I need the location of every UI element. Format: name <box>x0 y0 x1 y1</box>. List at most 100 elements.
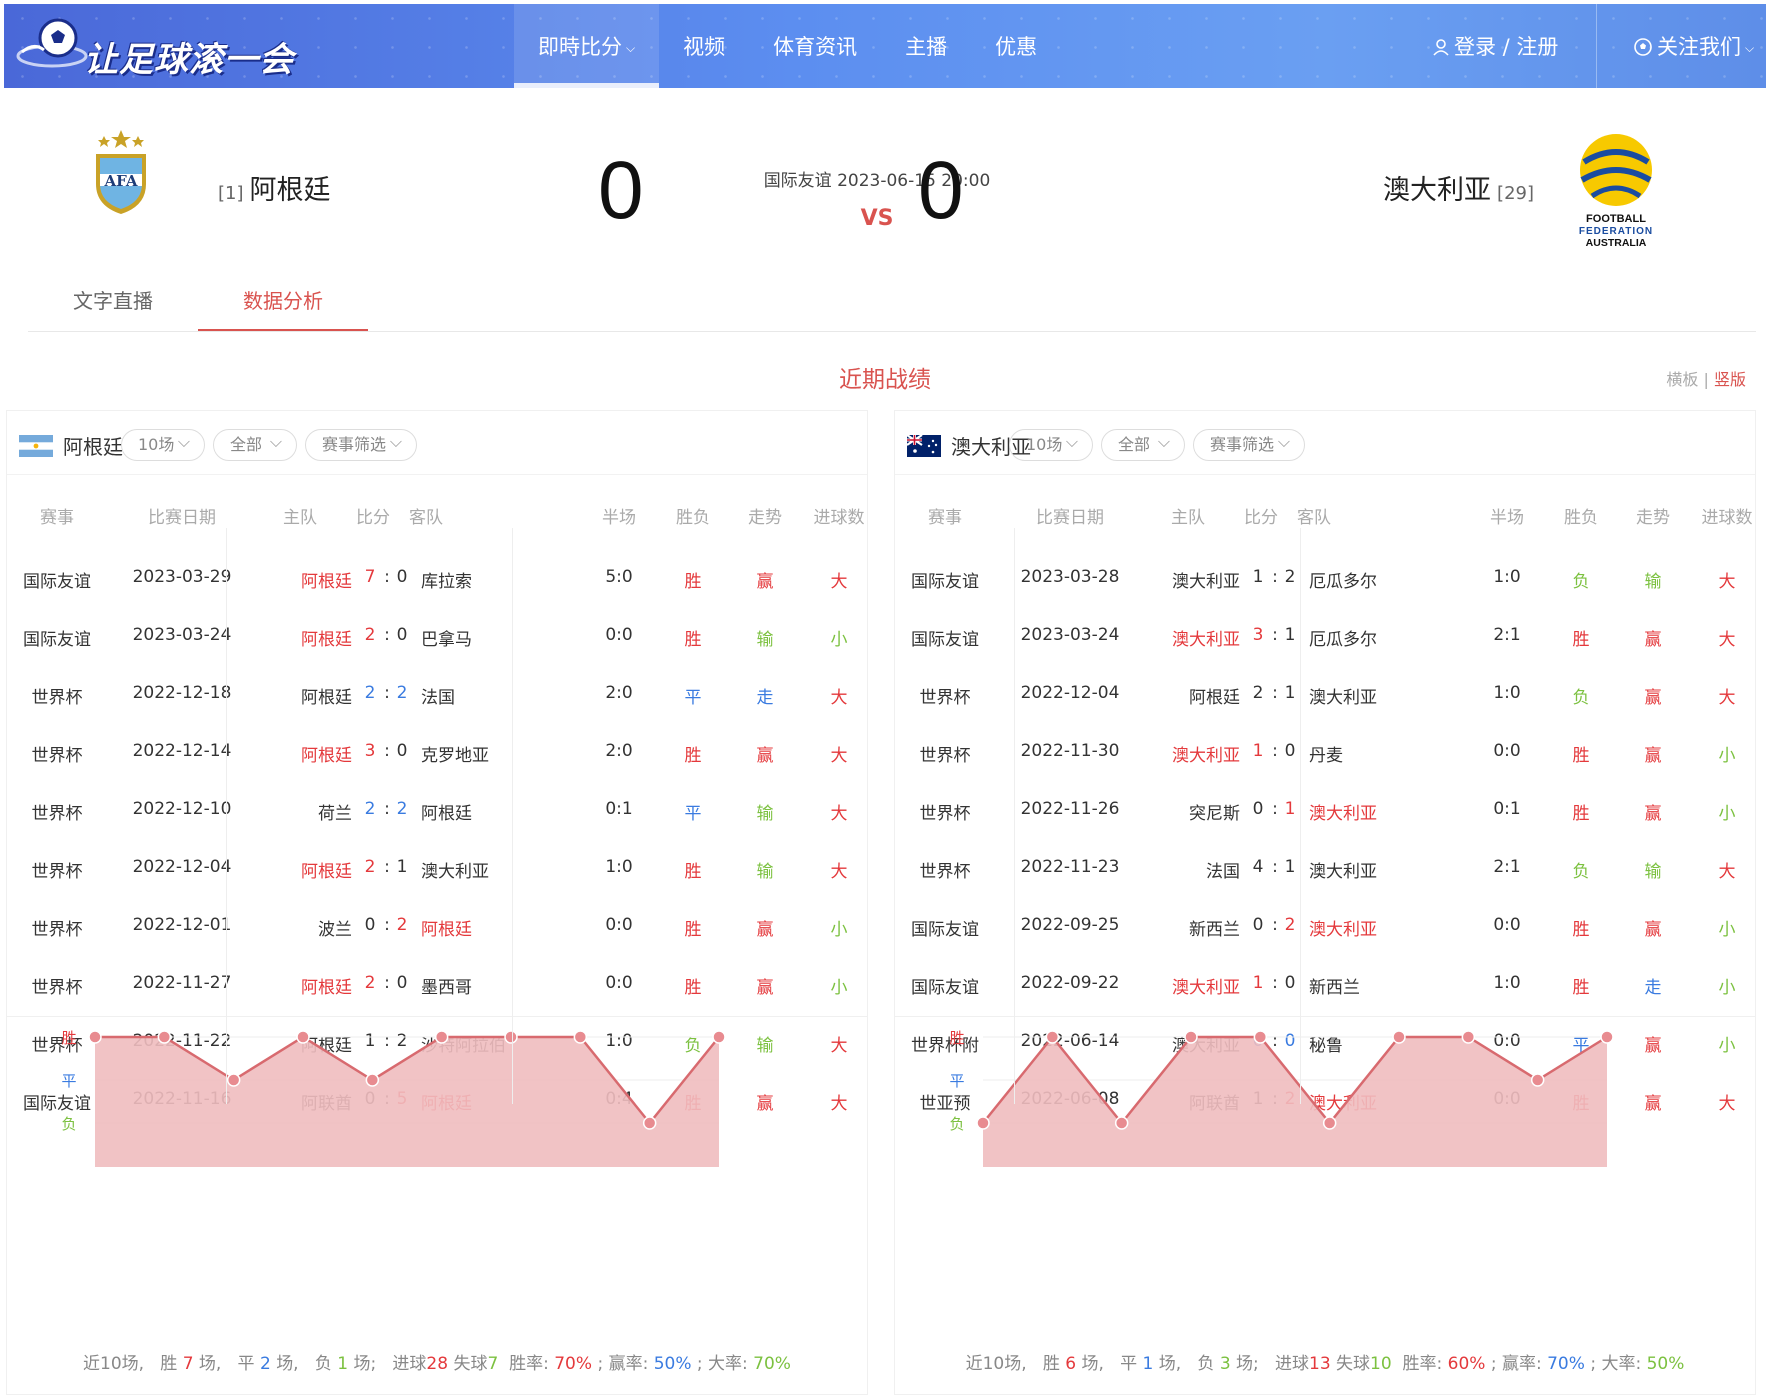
chart-point[interactable] <box>1322 1116 1337 1130</box>
chart-point[interactable] <box>1045 1030 1060 1044</box>
chart-point[interactable] <box>1600 1030 1614 1044</box>
chart-point[interactable] <box>434 1030 449 1044</box>
detail-tabs: 文字直播 数据分析 <box>28 270 1756 332</box>
nav-item-sports-news[interactable]: 体育资讯 <box>749 4 881 88</box>
layout-vertical-link[interactable]: 竖版 <box>1714 370 1746 389</box>
home-goals-cell: 4 <box>1252 857 1264 877</box>
away-team-cell[interactable]: 阿根廷 <box>421 915 571 940</box>
away-goals-cell: 1 <box>1284 857 1296 877</box>
away-team-cell[interactable]: 澳大利亚 <box>421 857 571 882</box>
table-row[interactable]: 世界杯 2022-12-14 阿根廷 3 : 0 克罗地亚 2:0 胜 赢 大 <box>7 723 867 781</box>
home-team-cell[interactable]: 澳大利亚 <box>1095 567 1240 592</box>
layout-horizontal-link[interactable]: 横板 <box>1666 370 1698 389</box>
away-team-cell[interactable]: 巴拿马 <box>421 625 571 650</box>
away-team-cell[interactable]: 墨西哥 <box>421 973 571 998</box>
home-team-cell[interactable]: 阿根廷 <box>207 567 352 592</box>
table-row[interactable]: 国际友谊 2023-03-29 阿根廷 7 : 0 库拉索 5:0 胜 赢 大 <box>7 549 867 607</box>
table-row[interactable]: 国际友谊 2022-09-25 新西兰 0 : 2 澳大利亚 0:0 胜 赢 小 <box>895 897 1755 955</box>
scope-select[interactable]: 全部 <box>1101 427 1185 461</box>
nav-item-anchor[interactable]: 主播 <box>881 4 971 88</box>
handicap-trend-cell: 输 <box>756 862 774 882</box>
scope-select[interactable]: 全部 <box>213 427 297 461</box>
nav-item-promo[interactable]: 优惠 <box>971 4 1061 88</box>
chart-point[interactable] <box>157 1030 172 1044</box>
chart-point[interactable] <box>976 1116 990 1130</box>
chart-point[interactable] <box>1461 1030 1476 1044</box>
chart-point[interactable] <box>1392 1030 1406 1044</box>
table-row[interactable]: 世界杯 2022-12-18 阿根廷 2 : 2 法国 2:0 平 走 大 <box>7 665 867 723</box>
away-team-cell[interactable]: 澳大利亚 <box>1309 683 1459 708</box>
table-header: 赛事 比赛日期 主队 比分 客队 半场 胜负 走势 进球数 <box>895 481 1755 545</box>
away-team-cell[interactable]: 澳大利亚 <box>1309 857 1459 882</box>
top-navbar: 让足球滚一会 即時比分 ⌵ 视频 体育资讯 主播 优惠 登录 / 注册 关注我们 ⌵ <box>4 4 1766 88</box>
away-team-cell[interactable]: 厄瓜多尔 <box>1309 567 1459 592</box>
away-team-cell[interactable]: 澳大利亚 <box>1309 799 1459 824</box>
home-team-cell[interactable]: 波兰 <box>207 915 352 940</box>
summary-handicap-rate: 70% <box>1547 1354 1585 1374</box>
chart-point[interactable] <box>573 1030 588 1044</box>
section-title: 近期战绩 <box>839 367 931 393</box>
table-row[interactable]: 世界杯 2022-11-27 阿根廷 2 : 0 墨西哥 0:0 胜 赢 小 <box>7 955 867 1013</box>
login-register-link[interactable]: 登录 / 注册 <box>1432 4 1558 88</box>
table-row[interactable]: 世界杯 2022-12-04 阿根廷 2 : 1 澳大利亚 1:0 负 赢 大 <box>895 665 1755 723</box>
chart-point[interactable] <box>365 1073 380 1087</box>
home-team-cell[interactable]: 突尼斯 <box>1095 799 1240 824</box>
chart-point[interactable] <box>1530 1073 1545 1087</box>
competition-cell: 国际友谊 <box>23 630 91 650</box>
follow-us-menu[interactable]: 关注我们 ⌵ <box>1596 4 1766 88</box>
chart-point[interactable] <box>712 1030 726 1044</box>
home-team-cell[interactable]: 荷兰 <box>207 799 352 824</box>
home-team-cell[interactable]: 阿根廷 <box>207 741 352 766</box>
home-team-cell[interactable]: 阿根廷 <box>207 683 352 708</box>
chart-point[interactable] <box>88 1030 102 1044</box>
chart-point[interactable] <box>296 1030 310 1044</box>
home-team-cell[interactable]: 澳大利亚 <box>1095 973 1240 998</box>
chart-point[interactable] <box>504 1030 518 1044</box>
chart-point[interactable] <box>642 1116 657 1130</box>
home-team-cell[interactable]: 澳大利亚 <box>1095 741 1240 766</box>
away-team-label: 澳大利亚 <box>1383 175 1492 206</box>
home-team-cell[interactable]: 阿根廷 <box>1095 683 1240 708</box>
away-team-cell[interactable]: 库拉索 <box>421 567 571 592</box>
competition-filter-select[interactable]: 赛事筛选 <box>305 427 417 461</box>
away-team-cell[interactable]: 澳大利亚 <box>1309 915 1459 940</box>
chart-point[interactable] <box>226 1073 241 1087</box>
site-logo[interactable]: 让足球滚一会 <box>14 12 293 82</box>
tab-text-live[interactable]: 文字直播 <box>28 270 198 331</box>
home-team-cell[interactable]: 阿根廷 <box>207 973 352 998</box>
follow-label: 关注我们 <box>1657 35 1741 59</box>
table-row[interactable]: 国际友谊 2022-09-22 澳大利亚 1 : 0 新西兰 1:0 胜 走 小 <box>895 955 1755 1013</box>
tab-data-analysis[interactable]: 数据分析 <box>198 270 368 331</box>
nav-item-video[interactable]: 视频 <box>659 4 749 88</box>
table-row[interactable]: 国际友谊 2023-03-28 澳大利亚 1 : 2 厄瓜多尔 1:0 负 输 … <box>895 549 1755 607</box>
table-row[interactable]: 世界杯 2022-11-23 法国 4 : 1 澳大利亚 2:1 负 输 大 <box>895 839 1755 897</box>
away-team-cell[interactable]: 新西兰 <box>1309 973 1459 998</box>
table-row[interactable]: 世界杯 2022-12-01 波兰 0 : 2 阿根廷 0:0 胜 赢 小 <box>7 897 867 955</box>
home-team-cell[interactable]: 新西兰 <box>1095 915 1240 940</box>
table-row[interactable]: 世界杯 2022-12-10 荷兰 2 : 2 阿根廷 0:1 平 输 大 <box>7 781 867 839</box>
home-team-cell[interactable]: 阿根廷 <box>207 625 352 650</box>
table-row[interactable]: 国际友谊 2023-03-24 澳大利亚 3 : 1 厄瓜多尔 2:1 胜 赢 … <box>895 607 1755 665</box>
home-team-cell[interactable]: 阿根廷 <box>207 857 352 882</box>
chart-point[interactable] <box>1114 1116 1129 1130</box>
home-team-cell[interactable]: 澳大利亚 <box>1095 625 1240 650</box>
chart-point[interactable] <box>1184 1030 1198 1044</box>
nav-item-live-score[interactable]: 即時比分 ⌵ <box>514 4 660 88</box>
table-row[interactable]: 世界杯 2022-12-04 阿根廷 2 : 1 澳大利亚 1:0 胜 输 大 <box>7 839 867 897</box>
match-count-select[interactable]: 10场 <box>1009 427 1093 461</box>
match-count-select[interactable]: 10场 <box>121 427 205 461</box>
away-team-cell[interactable]: 法国 <box>421 683 571 708</box>
summary-unit: 场, <box>1081 1354 1104 1374</box>
away-team-cell[interactable]: 丹麦 <box>1309 741 1459 766</box>
away-team-cell[interactable]: 阿根廷 <box>421 799 571 824</box>
away-team-cell[interactable]: 克罗地亚 <box>421 741 571 766</box>
table-row[interactable]: 国际友谊 2023-03-24 阿根廷 2 : 0 巴拿马 0:0 胜 输 小 <box>7 607 867 665</box>
away-team-cell[interactable]: 厄瓜多尔 <box>1309 625 1459 650</box>
table-row[interactable]: 世界杯 2022-11-26 突尼斯 0 : 1 澳大利亚 0:1 胜 赢 小 <box>895 781 1755 839</box>
home-team-cell[interactable]: 法国 <box>1095 857 1240 882</box>
home-goals-cell: 1 <box>1252 741 1264 761</box>
table-row[interactable]: 世界杯 2022-11-30 澳大利亚 1 : 0 丹麦 0:0 胜 赢 小 <box>895 723 1755 781</box>
chart-point[interactable] <box>1253 1030 1268 1044</box>
result-cell: 胜 <box>684 630 702 650</box>
competition-filter-select[interactable]: 赛事筛选 <box>1193 427 1305 461</box>
